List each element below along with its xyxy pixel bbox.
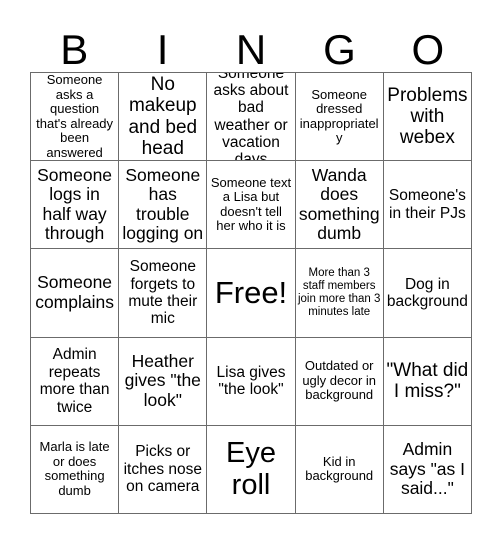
bingo-cell-label: Heather gives "the look" xyxy=(124,350,201,410)
bingo-cell[interactable]: Problems with webex xyxy=(383,73,472,162)
bingo-cell[interactable]: More than 3 staff members join more than… xyxy=(295,249,384,338)
bingo-cell-label: Eye roll xyxy=(226,436,276,502)
header-letter-o: O xyxy=(411,26,445,73)
bingo-cell[interactable]: Someone's in their PJs xyxy=(383,161,472,250)
bingo-cell[interactable]: No makeup and bed head xyxy=(119,73,208,162)
header-letter-b: B xyxy=(60,26,89,73)
bingo-cell-label: Lisa gives "the look" xyxy=(216,363,286,399)
bingo-cell-label: Someone logs in half way through xyxy=(37,164,113,244)
bingo-cell[interactable]: Kid in background xyxy=(295,425,384,514)
bingo-cell-label: Admin says "as I said..." xyxy=(389,439,466,499)
bingo-cell[interactable]: Eye roll xyxy=(207,425,296,514)
bingo-cell[interactable]: Someone dressed inappropriately xyxy=(295,73,384,162)
bingo-cell[interactable]: Someone asks a question that's already b… xyxy=(31,73,120,162)
bingo-cell-label: Someone asks a question that's already b… xyxy=(36,73,114,160)
bingo-cell-label: Dog in background xyxy=(386,275,468,310)
bingo-cell[interactable]: Someone has trouble logging on xyxy=(119,161,208,250)
bingo-cell-label: Picks or itches nose on camera xyxy=(123,443,202,496)
bingo-cell-label: Someone asks about bad weather or vacati… xyxy=(213,73,289,162)
bingo-cell[interactable]: Lisa gives "the look" xyxy=(207,337,296,426)
bingo-cell[interactable]: Marla is late or does something dumb xyxy=(31,425,120,514)
bingo-cell-label: Wanda does something dumb xyxy=(298,164,380,244)
bingo-card: B I N G O Someone asks a question that's… xyxy=(0,0,500,544)
bingo-cell[interactable]: Someone forgets to mute their mic xyxy=(119,249,208,338)
bingo-cell[interactable]: Someone text a Lisa but doesn't tell her… xyxy=(207,161,296,250)
bingo-cell[interactable]: Someone logs in half way through xyxy=(31,161,120,250)
bingo-cell-label: Admin repeats more than twice xyxy=(39,346,110,416)
bingo-cell[interactable]: Admin repeats more than twice xyxy=(31,337,120,426)
bingo-cell-label: Someone complains xyxy=(35,272,114,312)
bingo-cell-label: Marla is late or does something dumb xyxy=(39,439,110,498)
bingo-cell-label: Someone has trouble logging on xyxy=(122,164,204,244)
bingo-cell[interactable]: Outdated or ugly decor in background xyxy=(295,337,384,426)
bingo-cell-label: Kid in background xyxy=(305,453,374,484)
bingo-cell-label: Someone forgets to mute their mic xyxy=(128,258,198,328)
bingo-header: B I N G O xyxy=(30,14,472,72)
bingo-free-space[interactable]: Free! xyxy=(207,249,296,338)
bingo-cell[interactable]: Dog in background xyxy=(383,249,472,338)
bingo-cell[interactable]: Someone asks about bad weather or vacati… xyxy=(207,73,296,162)
bingo-grid: Someone asks a question that's already b… xyxy=(30,72,472,514)
bingo-cell-label: More than 3 staff members join more than… xyxy=(297,267,381,318)
bingo-cell[interactable]: Picks or itches nose on camera xyxy=(119,425,208,514)
bingo-cell-label: Someone text a Lisa but doesn't tell her… xyxy=(210,174,292,234)
bingo-cell[interactable]: "What did I miss?" xyxy=(383,337,472,426)
bingo-cell[interactable]: Wanda does something dumb xyxy=(295,161,384,250)
bingo-cell-label: "What did I miss?" xyxy=(386,359,469,403)
bingo-cell-label: Outdated or ugly decor in background xyxy=(302,358,377,403)
header-letter-n: N xyxy=(235,26,267,73)
bingo-free-space-label: Free! xyxy=(214,274,288,310)
bingo-cell-label: No makeup and bed head xyxy=(128,74,198,159)
header-letter-i: I xyxy=(156,26,169,73)
bingo-cell-label: Problems with webex xyxy=(387,84,468,149)
bingo-cell[interactable]: Heather gives "the look" xyxy=(119,337,208,426)
bingo-cell-label: Someone dressed inappropriately xyxy=(299,86,379,146)
bingo-cell[interactable]: Someone complains xyxy=(31,249,120,338)
bingo-cell-label: Someone's in their PJs xyxy=(388,187,466,222)
bingo-cell[interactable]: Admin says "as I said..." xyxy=(383,425,472,514)
header-letter-g: G xyxy=(323,26,356,73)
